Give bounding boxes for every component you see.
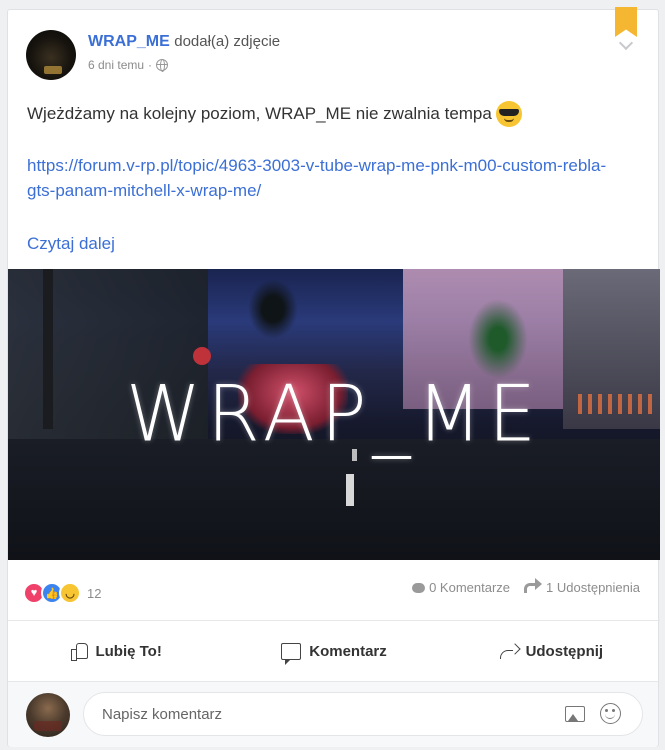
comment-input[interactable] xyxy=(83,692,643,736)
sunglasses-emoji-icon xyxy=(495,101,522,127)
comments-icon xyxy=(412,582,426,593)
post-card: WRAP_ME dodał(a) zdjęcie 6 dni temu · Wj… xyxy=(7,7,660,747)
comment-button[interactable]: Komentarz xyxy=(225,621,442,681)
like-button[interactable]: Lubię To! xyxy=(8,621,225,681)
current-user-avatar[interactable] xyxy=(26,693,70,737)
bookmark-icon[interactable] xyxy=(615,7,637,37)
globe-icon xyxy=(156,59,169,72)
post-text-content: Wjeżdżamy na kolejny poziom, WRAP_ME nie… xyxy=(27,104,492,123)
post-text: Wjeżdżamy na kolejny poziom, WRAP_ME nie… xyxy=(27,101,522,127)
reactions-count: 12 xyxy=(87,585,102,601)
post-time[interactable]: 6 dni temu xyxy=(88,58,144,72)
author-line: WRAP_ME dodał(a) zdjęcie xyxy=(88,33,280,51)
read-more-link[interactable]: Czytaj dalej xyxy=(27,234,115,254)
comments-stat[interactable]: 0 Komentarze xyxy=(412,580,510,595)
shares-count: 1 Udostępnienia xyxy=(546,580,640,595)
author-avatar[interactable] xyxy=(26,30,76,80)
share-button[interactable]: Udostępnij xyxy=(443,621,660,681)
image-upload-icon[interactable] xyxy=(565,706,585,722)
haha-reaction-icon: ◡ xyxy=(59,582,81,604)
share-button-label: Udostępnij xyxy=(525,642,604,660)
image-logo-text: WRAP_ME xyxy=(125,368,543,459)
comments-count: 0 Komentarze xyxy=(429,580,511,595)
post-actions: Lubię To! Komentarz Udostępnij xyxy=(8,621,660,681)
meta-separator: · xyxy=(148,58,153,72)
reactions-summary[interactable]: ♥ 👍 ◡ 12 xyxy=(23,582,101,604)
like-button-label: Lubię To! xyxy=(95,642,162,660)
comment-button-label: Komentarz xyxy=(309,642,387,660)
comment-icon xyxy=(281,642,302,665)
post-stats: 0 Komentarze 1 Udostępnienia xyxy=(412,577,640,595)
post-meta: 6 dni temu · xyxy=(88,58,169,72)
share-icon xyxy=(499,644,518,659)
shares-stat[interactable]: 1 Udostępnienia xyxy=(524,577,640,595)
post-image[interactable]: WRAP_ME xyxy=(8,269,660,560)
comment-bar xyxy=(8,681,658,747)
emoji-picker-icon[interactable] xyxy=(600,703,621,724)
chevron-down-icon[interactable] xyxy=(618,35,634,51)
thumbs-up-icon xyxy=(71,643,89,661)
share-small-icon xyxy=(524,577,543,593)
author-action: dodał(a) zdjęcie xyxy=(174,33,281,50)
author-name[interactable]: WRAP_ME xyxy=(88,33,170,50)
post-link[interactable]: https://forum.v-rp.pl/topic/4963-3003-v-… xyxy=(27,153,627,203)
